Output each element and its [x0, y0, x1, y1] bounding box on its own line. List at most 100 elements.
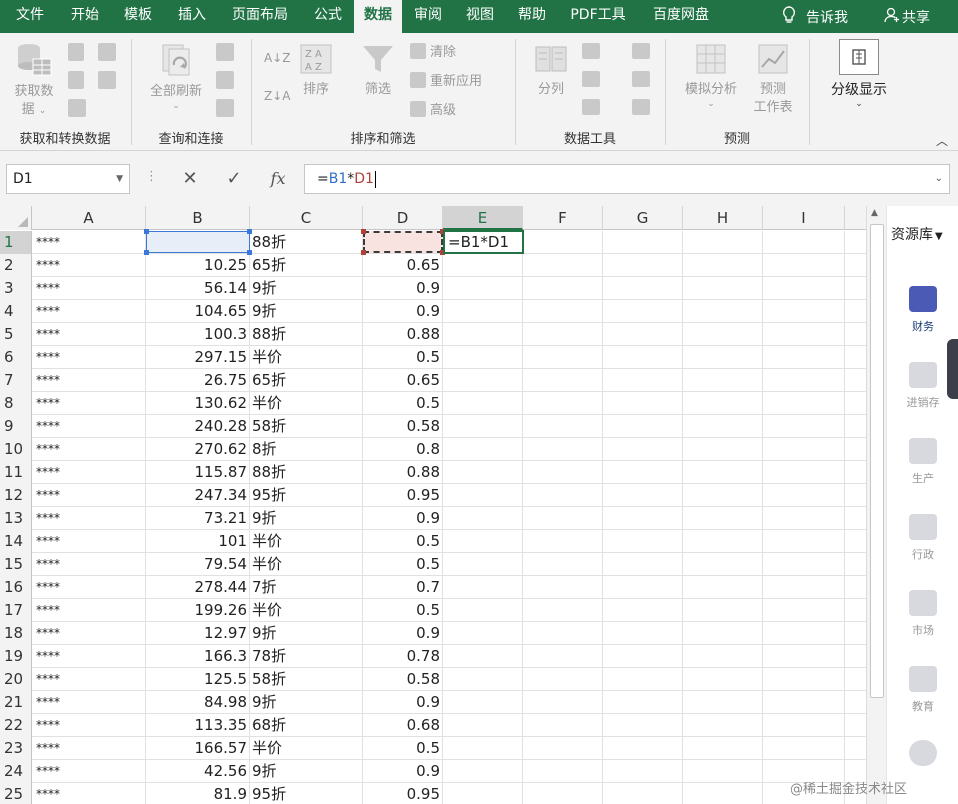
cell-c[interactable]: 65折 — [250, 369, 363, 391]
cell-b[interactable]: 100.3 — [146, 323, 250, 345]
row-header[interactable]: 21 — [0, 691, 32, 714]
column-header-c[interactable]: C — [250, 206, 363, 230]
cell-e[interactable] — [443, 691, 523, 713]
properties-icon[interactable] — [216, 71, 234, 89]
cell-g[interactable] — [603, 760, 683, 782]
cell-e[interactable] — [443, 438, 523, 460]
tab-view[interactable]: 视图 — [454, 0, 506, 33]
cell-a[interactable]: **** — [32, 461, 146, 483]
cell-c[interactable]: 78折 — [250, 645, 363, 667]
cell-g[interactable] — [603, 530, 683, 552]
reference-handle[interactable] — [361, 229, 366, 234]
cell-b[interactable]: 166.3 — [146, 645, 250, 667]
row-header[interactable]: 14 — [0, 530, 32, 553]
cell-f[interactable] — [523, 599, 603, 621]
row-header[interactable]: 13 — [0, 507, 32, 530]
cell-d[interactable]: 0.58 — [363, 415, 443, 437]
cell-i[interactable] — [763, 737, 845, 759]
cell-a[interactable]: **** — [32, 783, 146, 804]
cell-f[interactable] — [523, 760, 603, 782]
resource-panel-title[interactable]: 资源库 ▼ — [891, 224, 943, 244]
from-web-icon[interactable] — [68, 71, 84, 89]
column-header-g[interactable]: G — [603, 206, 683, 230]
cell-c[interactable]: 半价 — [250, 392, 363, 414]
resource-production[interactable]: 生产 — [887, 438, 958, 486]
cell-b[interactable]: 56.14 — [146, 277, 250, 299]
cell-a[interactable]: **** — [32, 392, 146, 414]
cell-h[interactable] — [683, 438, 763, 460]
cell-e[interactable] — [443, 346, 523, 368]
more-options-icon[interactable]: ⋮ — [145, 169, 158, 184]
cell-d[interactable]: 0.7 — [363, 576, 443, 598]
cell-i[interactable] — [763, 484, 845, 506]
cell-e[interactable] — [443, 599, 523, 621]
filter-button[interactable]: 筛选 — [350, 43, 406, 99]
cell-h[interactable] — [683, 507, 763, 529]
cell-a[interactable]: **** — [32, 484, 146, 506]
cell-f[interactable] — [523, 530, 603, 552]
cell-f[interactable] — [523, 254, 603, 276]
cell-f[interactable] — [523, 369, 603, 391]
row-header[interactable]: 18 — [0, 622, 32, 645]
scroll-up-icon[interactable]: ▲ — [871, 208, 878, 218]
cell-c[interactable]: 半价 — [250, 599, 363, 621]
column-header-d[interactable]: D — [363, 206, 443, 230]
cell-b[interactable]: 240.28 — [146, 415, 250, 437]
cell-h[interactable] — [683, 277, 763, 299]
cell-h[interactable] — [683, 254, 763, 276]
cell-d[interactable]: 0.5 — [363, 599, 443, 621]
cell-d[interactable]: 0.8 — [363, 438, 443, 460]
row-header[interactable]: 19 — [0, 645, 32, 668]
cell-e[interactable] — [443, 737, 523, 759]
cell-d[interactable]: 0.95 — [363, 783, 443, 804]
cell-b[interactable]: 73.21 — [146, 507, 250, 529]
cell-d[interactable]: 0.9 — [363, 277, 443, 299]
cell-a[interactable]: **** — [32, 300, 146, 322]
column-header-a[interactable]: A — [32, 206, 146, 230]
cell-f[interactable] — [523, 668, 603, 690]
cell-e[interactable] — [443, 392, 523, 414]
column-header-i[interactable]: I — [763, 206, 845, 230]
cell-g[interactable] — [603, 691, 683, 713]
cell-f[interactable] — [523, 714, 603, 736]
cell-f[interactable] — [523, 277, 603, 299]
cell-h[interactable] — [683, 714, 763, 736]
cell-h[interactable] — [683, 622, 763, 644]
row-header[interactable]: 11 — [0, 461, 32, 484]
cell-b[interactable]: 10.25 — [146, 254, 250, 276]
cell-i[interactable] — [763, 599, 845, 621]
sort-button[interactable]: Z A A Z 排序 — [292, 43, 340, 99]
cell-i[interactable] — [763, 461, 845, 483]
cell-a[interactable]: **** — [32, 369, 146, 391]
cell-a[interactable]: **** — [32, 530, 146, 552]
cell-a[interactable]: **** — [32, 576, 146, 598]
cell-b[interactable]: 12.97 — [146, 622, 250, 644]
cell-i[interactable] — [763, 369, 845, 391]
cell-e[interactable] — [443, 622, 523, 644]
cell-b[interactable]: 101 — [146, 530, 250, 552]
cancel-icon[interactable]: ✕ — [178, 167, 202, 191]
tab-baidu-netdisk[interactable]: 百度网盘 — [638, 0, 724, 33]
cell-d[interactable]: 0.9 — [363, 507, 443, 529]
cell-d[interactable]: 0.9 — [363, 691, 443, 713]
cell-a[interactable]: **** — [32, 599, 146, 621]
cell-e[interactable] — [443, 645, 523, 667]
row-header[interactable]: 3 — [0, 277, 32, 300]
cell-h[interactable] — [683, 599, 763, 621]
cell-g[interactable] — [603, 599, 683, 621]
cell-h[interactable] — [683, 530, 763, 552]
column-header-e[interactable]: E — [443, 206, 523, 230]
reference-handle[interactable] — [361, 250, 366, 255]
cell-g[interactable] — [603, 461, 683, 483]
collapse-ribbon-icon[interactable]: ︿ — [936, 132, 948, 149]
cell-e[interactable] — [443, 507, 523, 529]
cell-b[interactable]: 278.44 — [146, 576, 250, 598]
reference-handle[interactable] — [247, 250, 252, 255]
cell-c[interactable]: 半价 — [250, 553, 363, 575]
cell-d[interactable]: 0.9 — [363, 300, 443, 322]
cell-d[interactable]: 0.88 — [363, 323, 443, 345]
cell-f[interactable] — [523, 553, 603, 575]
cell-d[interactable]: 0.68 — [363, 714, 443, 736]
cell-h[interactable] — [683, 783, 763, 804]
cell-g[interactable] — [603, 576, 683, 598]
